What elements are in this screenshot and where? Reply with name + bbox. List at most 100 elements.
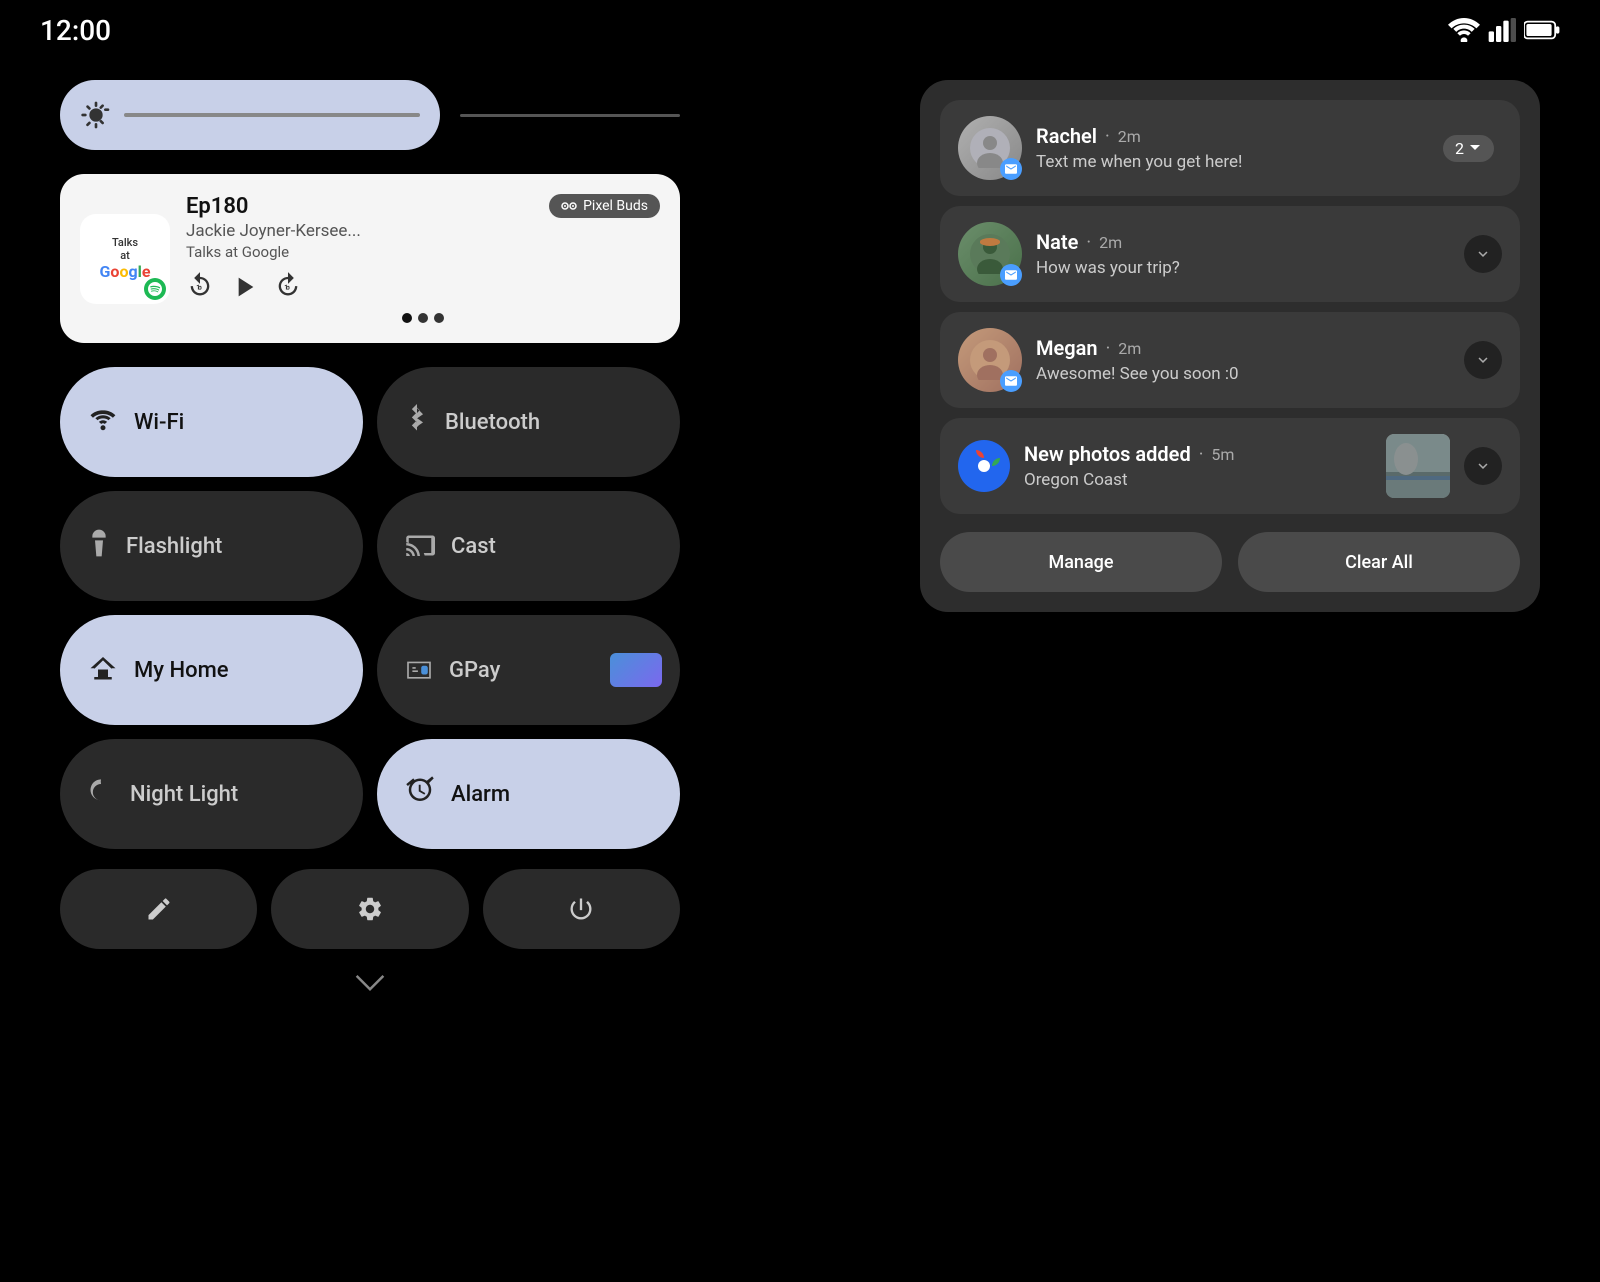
tile-nightlight[interactable]: Night Light bbox=[60, 739, 363, 849]
edit-button[interactable] bbox=[60, 869, 257, 949]
forward-icon[interactable] bbox=[274, 271, 302, 299]
rachel-time: 2m bbox=[1118, 127, 1141, 146]
message-icon-3 bbox=[1005, 375, 1017, 387]
wifi-tile-icon bbox=[88, 406, 118, 439]
rachel-count-chevron bbox=[1468, 141, 1482, 155]
rachel-count-badge: 2 bbox=[1443, 135, 1494, 162]
megan-message: Awesome! See you soon :0 bbox=[1036, 364, 1450, 384]
coast-thumbnail-svg bbox=[1386, 434, 1450, 498]
notification-photos[interactable]: New photos added · 5m Oregon Coast bbox=[940, 418, 1520, 514]
tile-gpay[interactable]: GPay bbox=[377, 615, 680, 725]
nate-message: How was your trip? bbox=[1036, 258, 1450, 278]
photos-app-container bbox=[958, 440, 1010, 492]
brightness-slider-track[interactable] bbox=[124, 113, 420, 117]
photos-name-row: New photos added · 5m bbox=[1024, 442, 1372, 466]
nate-content: Nate · 2m How was your trip? bbox=[1036, 230, 1450, 278]
battery-status-icon bbox=[1524, 18, 1560, 42]
settings-button[interactable] bbox=[271, 869, 468, 949]
flashlight-tile-label: Flashlight bbox=[126, 534, 222, 559]
nate-avatar-container bbox=[958, 222, 1022, 286]
megan-time: 2m bbox=[1118, 339, 1141, 358]
message-icon-2 bbox=[1005, 269, 1017, 281]
rachel-dot: · bbox=[1105, 126, 1110, 147]
moon-tile-icon bbox=[88, 777, 114, 812]
pixel-buds-icon bbox=[561, 200, 577, 212]
media-app-brand: Google bbox=[100, 262, 151, 281]
media-info: Ep180 Jackie Joyner-Kersee... Talks at G… bbox=[186, 194, 660, 323]
status-icons bbox=[1448, 18, 1560, 42]
gear-icon bbox=[356, 895, 384, 923]
photos-content: New photos added · 5m Oregon Coast bbox=[1024, 442, 1372, 490]
nightlight-tile-label: Night Light bbox=[130, 782, 238, 807]
nate-dot: · bbox=[1086, 232, 1091, 253]
myhome-tile-label: My Home bbox=[134, 658, 229, 683]
megan-content: Megan · 2m Awesome! See you soon :0 bbox=[1036, 336, 1450, 384]
photos-message: Oregon Coast bbox=[1024, 470, 1372, 490]
notification-rachel[interactable]: Rachel · 2m Text me when you get here! 2 bbox=[940, 100, 1520, 196]
tile-bluetooth[interactable]: Bluetooth bbox=[377, 367, 680, 477]
nate-name: Nate bbox=[1036, 230, 1078, 254]
tile-myhome[interactable]: My Home bbox=[60, 615, 363, 725]
message-icon bbox=[1005, 163, 1017, 175]
cast-icon bbox=[405, 530, 435, 556]
gpay-tile-label: GPay bbox=[449, 658, 500, 683]
alarm-tile-icon bbox=[405, 776, 435, 813]
notification-megan[interactable]: Megan · 2m Awesome! See you soon :0 bbox=[940, 312, 1520, 408]
tile-wifi[interactable]: Wi-Fi bbox=[60, 367, 363, 477]
nate-name-row: Nate · 2m bbox=[1036, 230, 1450, 254]
chevron-down-icon bbox=[355, 974, 385, 992]
tile-flashlight[interactable]: Flashlight bbox=[60, 491, 363, 601]
media-episode: Ep180 bbox=[186, 194, 361, 219]
gpay-icon bbox=[405, 658, 433, 680]
wifi-icon bbox=[88, 406, 118, 432]
megan-name-row: Megan · 2m bbox=[1036, 336, 1450, 360]
megan-expand-button[interactable] bbox=[1464, 341, 1502, 379]
rachel-name: Rachel bbox=[1036, 124, 1097, 148]
chevron-down[interactable] bbox=[60, 969, 680, 999]
spotify-badge bbox=[144, 278, 166, 300]
rachel-content: Rachel · 2m Text me when you get here! bbox=[1036, 124, 1429, 172]
wifi-status-icon bbox=[1448, 18, 1480, 42]
media-card[interactable]: Talks at Google Ep180 Jackie Joyner-Kers… bbox=[60, 174, 680, 343]
expand-icon-3 bbox=[1474, 457, 1492, 475]
bluetooth-icon bbox=[405, 404, 429, 434]
notifications-panel: Rachel · 2m Text me when you get here! 2 bbox=[920, 80, 1540, 612]
power-icon bbox=[567, 895, 595, 923]
photos-app-icon bbox=[958, 440, 1010, 492]
power-button[interactable] bbox=[483, 869, 680, 949]
rachel-avatar-container bbox=[958, 116, 1022, 180]
notification-nate[interactable]: Nate · 2m How was your trip? bbox=[940, 206, 1520, 302]
bluetooth-tile-icon bbox=[405, 404, 429, 441]
media-source: Talks at Google bbox=[186, 243, 361, 261]
rachel-count: 2 bbox=[1455, 139, 1464, 158]
media-controls bbox=[186, 269, 660, 305]
clear-all-button[interactable]: Clear All bbox=[1238, 532, 1520, 592]
photos-time: 5m bbox=[1211, 445, 1234, 464]
media-dot-3 bbox=[434, 313, 444, 323]
wifi-tile-label: Wi-Fi bbox=[134, 410, 184, 435]
rewind-icon[interactable] bbox=[186, 271, 214, 299]
quick-tiles-grid: Wi-Fi Bluetooth Flashlight bbox=[60, 367, 680, 849]
rachel-name-row: Rachel · 2m bbox=[1036, 124, 1429, 148]
bottom-actions bbox=[60, 869, 680, 949]
forward-label bbox=[274, 271, 302, 303]
play-button[interactable] bbox=[226, 269, 262, 305]
nate-time: 2m bbox=[1099, 233, 1122, 252]
tile-alarm[interactable]: Alarm bbox=[377, 739, 680, 849]
tile-cast[interactable]: Cast bbox=[377, 491, 680, 601]
photos-thumbnail bbox=[1386, 434, 1450, 498]
alarm-icon bbox=[405, 776, 435, 806]
megan-message-icon bbox=[1000, 370, 1022, 392]
brightness-row bbox=[60, 80, 680, 150]
flashlight-icon bbox=[88, 527, 110, 559]
brightness-pill[interactable] bbox=[60, 80, 440, 150]
photos-expand-button[interactable] bbox=[1464, 447, 1502, 485]
nate-expand-button[interactable] bbox=[1464, 235, 1502, 273]
alarm-tile-label: Alarm bbox=[451, 782, 510, 807]
status-time: 12:00 bbox=[40, 14, 111, 47]
cast-tile-label: Cast bbox=[451, 534, 496, 559]
nate-message-icon bbox=[1000, 264, 1022, 286]
play-icon bbox=[228, 271, 260, 303]
manage-button[interactable]: Manage bbox=[940, 532, 1222, 592]
home-icon bbox=[88, 653, 118, 681]
